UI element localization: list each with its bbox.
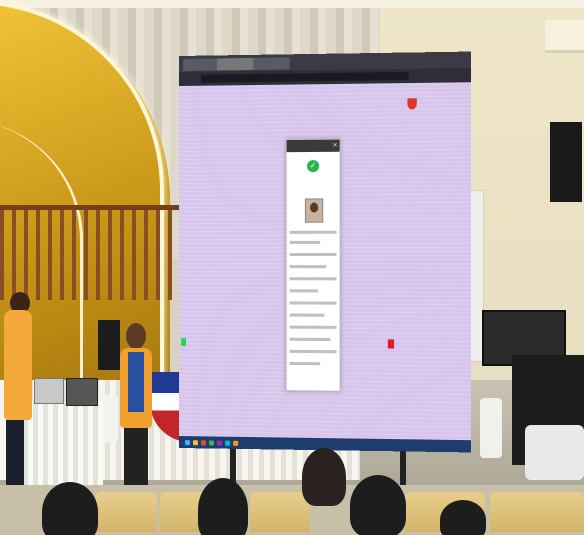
photo-face [310,202,318,212]
detail-row [290,350,337,353]
ceiling-beam [545,20,584,53]
detail-row [290,289,318,292]
photo-scene: × ✓ [0,0,584,535]
detail-row [290,265,327,268]
detail-row [290,253,337,256]
seal-icon [407,98,416,109]
presenter-shirt [4,310,32,420]
audience-head [198,478,248,535]
presenter-legs [124,428,148,490]
detail-row [290,277,337,280]
browser-tab[interactable] [253,57,289,70]
green-marker [181,338,186,346]
audience-seat [250,492,310,532]
browser-tab[interactable] [183,58,219,71]
verification-modal: × ✓ [286,139,341,392]
taskbar-icon[interactable] [201,440,206,445]
presenter-vest [128,352,144,412]
taskbar-icon[interactable] [217,441,222,446]
detail-row [290,314,325,317]
taskbar-icon[interactable] [225,441,230,446]
led-screen: × ✓ [179,52,471,453]
red-marker [388,339,394,348]
close-icon[interactable]: × [332,140,337,152]
detail-row [290,326,337,329]
id-photo [305,198,323,222]
browser-tab-active[interactable] [217,58,255,71]
ceiling [0,0,584,8]
taskbar-icon[interactable] [209,440,214,445]
detail-row [290,231,337,234]
audience-head [440,500,486,535]
taskbar-icon[interactable] [193,440,198,445]
laptop [34,378,64,404]
audience-head [350,475,406,535]
presenter-head [126,323,146,349]
wall-speaker [550,122,582,202]
detail-row [290,362,321,365]
screen-display: × ✓ [179,52,471,453]
white-bags [525,425,584,480]
audience-seat [490,492,584,532]
check-icon: ✓ [307,160,319,172]
detail-row [290,241,321,244]
taskbar-icon[interactable] [185,440,190,445]
white-chair [480,398,502,458]
audience-head [42,482,98,535]
audience-head [302,448,346,506]
taskbar-icon[interactable] [233,441,238,446]
detail-row [290,301,337,304]
laptop [66,378,98,406]
audience-seat [95,492,157,532]
floor-speaker [98,320,120,370]
detail-row [290,338,331,341]
balcony-railing [0,205,180,300]
